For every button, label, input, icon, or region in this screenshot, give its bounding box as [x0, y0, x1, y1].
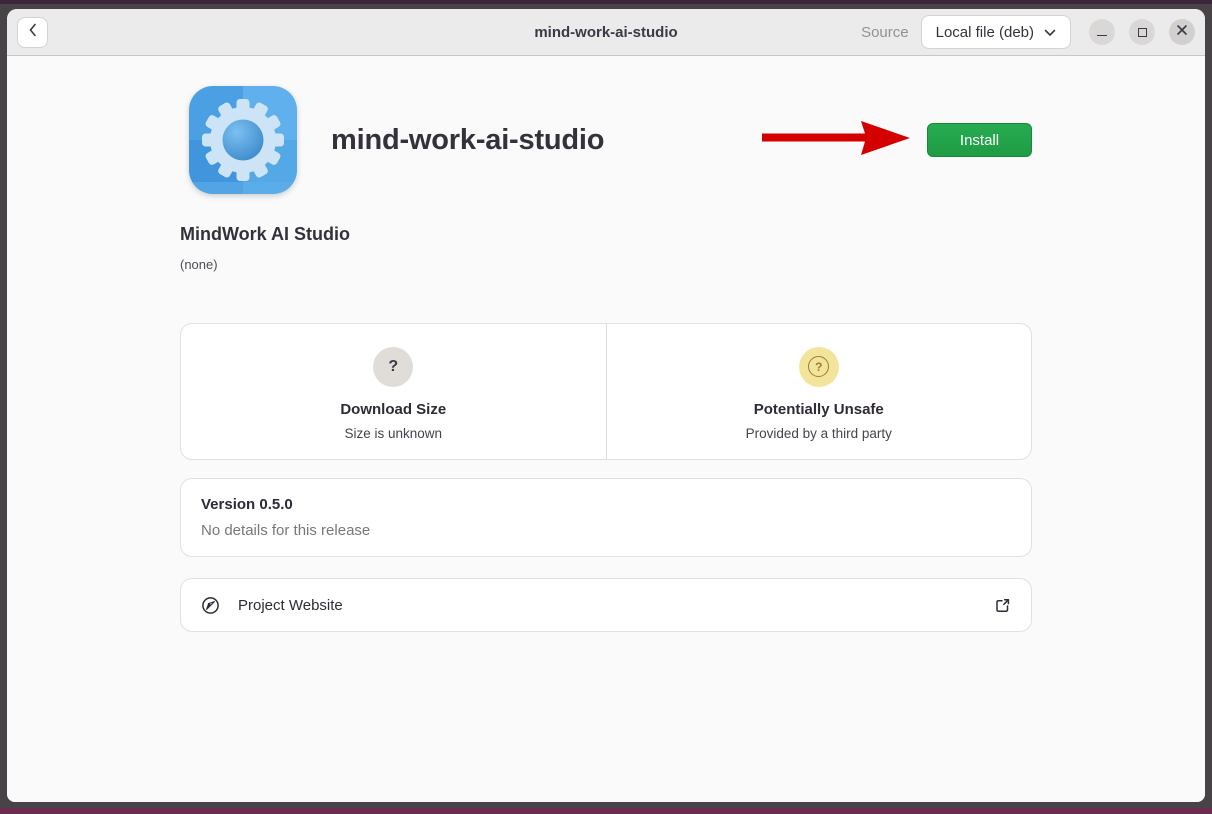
context-tiles-card: ? Download Size Size is unknown ? Potent…	[180, 323, 1032, 460]
version-subtitle: No details for this release	[201, 522, 1011, 539]
software-window: mind-work-ai-studio Source Local file (d…	[7, 9, 1205, 802]
website-label: Project Website	[238, 597, 343, 614]
tile-subtitle: Size is unknown	[344, 426, 442, 441]
app-developer: (none)	[180, 257, 1032, 272]
safety-tile[interactable]: ? Potentially Unsafe Provided by a third…	[606, 324, 1032, 459]
source-label: Source	[861, 24, 909, 41]
project-website-row[interactable]: Project Website	[180, 578, 1032, 632]
close-button[interactable]	[1169, 19, 1195, 45]
tile-title: Potentially Unsafe	[754, 401, 884, 418]
version-card: Version 0.5.0 No details for this releas…	[180, 478, 1032, 557]
maximize-button[interactable]	[1129, 19, 1155, 45]
install-button[interactable]: Install	[927, 123, 1032, 157]
back-button[interactable]	[17, 17, 48, 48]
minimize-icon	[1097, 35, 1107, 36]
app-id-heading: mind-work-ai-studio	[331, 124, 604, 157]
chevron-down-icon	[1044, 24, 1056, 41]
version-title: Version 0.5.0	[201, 496, 1011, 513]
tile-subtitle: Provided by a third party	[746, 426, 892, 441]
tile-title: Download Size	[340, 401, 446, 418]
compass-icon	[201, 596, 220, 615]
circled-question-icon: ?	[799, 347, 839, 387]
external-link-icon	[994, 597, 1011, 614]
chevron-left-icon	[26, 22, 40, 43]
app-display-name: MindWork AI Studio	[180, 224, 1032, 245]
close-icon	[1176, 23, 1188, 41]
source-dropdown[interactable]: Local file (deb)	[921, 15, 1071, 49]
window-controls	[1089, 19, 1195, 45]
app-details-page: mind-work-ai-studio Install MindWork AI …	[7, 56, 1205, 802]
download-size-tile[interactable]: ? Download Size Size is unknown	[181, 324, 606, 459]
maximize-icon	[1138, 28, 1147, 37]
minimize-button[interactable]	[1089, 19, 1115, 45]
annotation-arrow-icon	[762, 116, 912, 165]
headerbar: mind-work-ai-studio Source Local file (d…	[7, 9, 1205, 56]
source-dropdown-value: Local file (deb)	[936, 24, 1034, 41]
hero-row: mind-work-ai-studio Install	[180, 84, 1032, 196]
question-mark-icon: ?	[373, 347, 413, 387]
wallpaper-bottom-strip	[0, 808, 1212, 814]
app-icon	[187, 84, 299, 196]
wallpaper-top-strip	[0, 0, 1212, 4]
